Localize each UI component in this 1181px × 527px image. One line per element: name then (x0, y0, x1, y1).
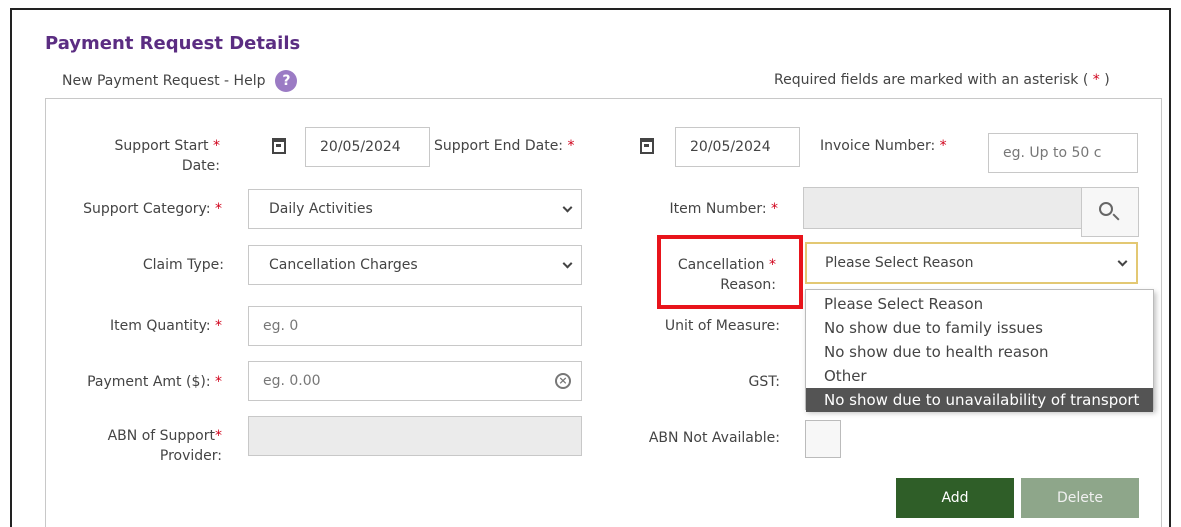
payment-amount-input[interactable]: eg. 0.00 × (248, 361, 582, 401)
support-start-label: Support Start * Date: (114, 138, 220, 174)
abn-not-available-label: ABN Not Available: (648, 430, 780, 446)
dropdown-option[interactable]: No show due to health reason (806, 340, 1153, 364)
gst-label: GST: (748, 374, 780, 390)
invoice-number-label: Invoice Number: * (820, 138, 947, 154)
required-fields-note: Required fields are marked with an aster… (774, 72, 1110, 88)
abn-not-available-checkbox[interactable] (805, 420, 841, 458)
dropdown-option-highlighted[interactable]: No show due to unavailability of transpo… (806, 388, 1153, 412)
dropdown-option[interactable]: No show due to family issues (806, 316, 1153, 340)
claim-type-select[interactable]: Cancellation Charges (248, 245, 582, 285)
item-quantity-input[interactable]: eg. 0 (248, 306, 582, 346)
page-title: Payment Request Details (45, 33, 301, 54)
support-category-select[interactable]: Daily Activities (248, 189, 582, 229)
payment-amount-label: Payment Amt ($): * (87, 374, 222, 390)
chevron-down-icon (562, 202, 573, 213)
invoice-number-input[interactable]: eg. Up to 50 c (988, 133, 1138, 173)
calendar-icon[interactable] (272, 138, 286, 154)
item-number-input[interactable] (803, 187, 1083, 229)
support-end-date-input[interactable]: 20/05/2024 (675, 127, 800, 167)
help-icon[interactable]: ? (275, 70, 298, 92)
clear-icon[interactable]: × (555, 373, 571, 389)
item-search-button[interactable] (1081, 187, 1139, 237)
claim-type-label: Claim Type: (142, 257, 224, 273)
support-end-label: Support End Date: * (434, 138, 575, 154)
help-link[interactable]: New Payment Request - Help ? (62, 70, 298, 92)
abn-provider-input[interactable] (248, 416, 582, 456)
unit-of-measure-label: Unit of Measure: (664, 318, 780, 334)
search-icon (1099, 202, 1113, 216)
help-text[interactable]: New Payment Request - Help (62, 73, 265, 89)
cancellation-reason-select[interactable]: Please Select Reason (805, 242, 1138, 284)
delete-button[interactable]: Delete (1021, 478, 1139, 518)
chevron-down-icon (562, 258, 573, 269)
support-category-label: Support Category: * (83, 201, 222, 217)
chevron-down-icon (1117, 256, 1128, 267)
dropdown-option[interactable]: Please Select Reason (806, 292, 1153, 316)
dropdown-option[interactable]: Other (806, 364, 1153, 388)
abn-provider-label: ABN of Support* Provider: (107, 428, 222, 464)
support-start-date-input[interactable]: 20/05/2024 (305, 127, 430, 167)
calendar-icon[interactable] (640, 138, 654, 154)
add-button[interactable]: Add (896, 478, 1014, 518)
item-number-label: Item Number: * (669, 201, 778, 217)
highlight-box (657, 235, 803, 309)
item-quantity-label: Item Quantity: * (110, 318, 222, 334)
cancellation-reason-dropdown[interactable]: Please Select Reason No show due to fami… (805, 289, 1154, 412)
